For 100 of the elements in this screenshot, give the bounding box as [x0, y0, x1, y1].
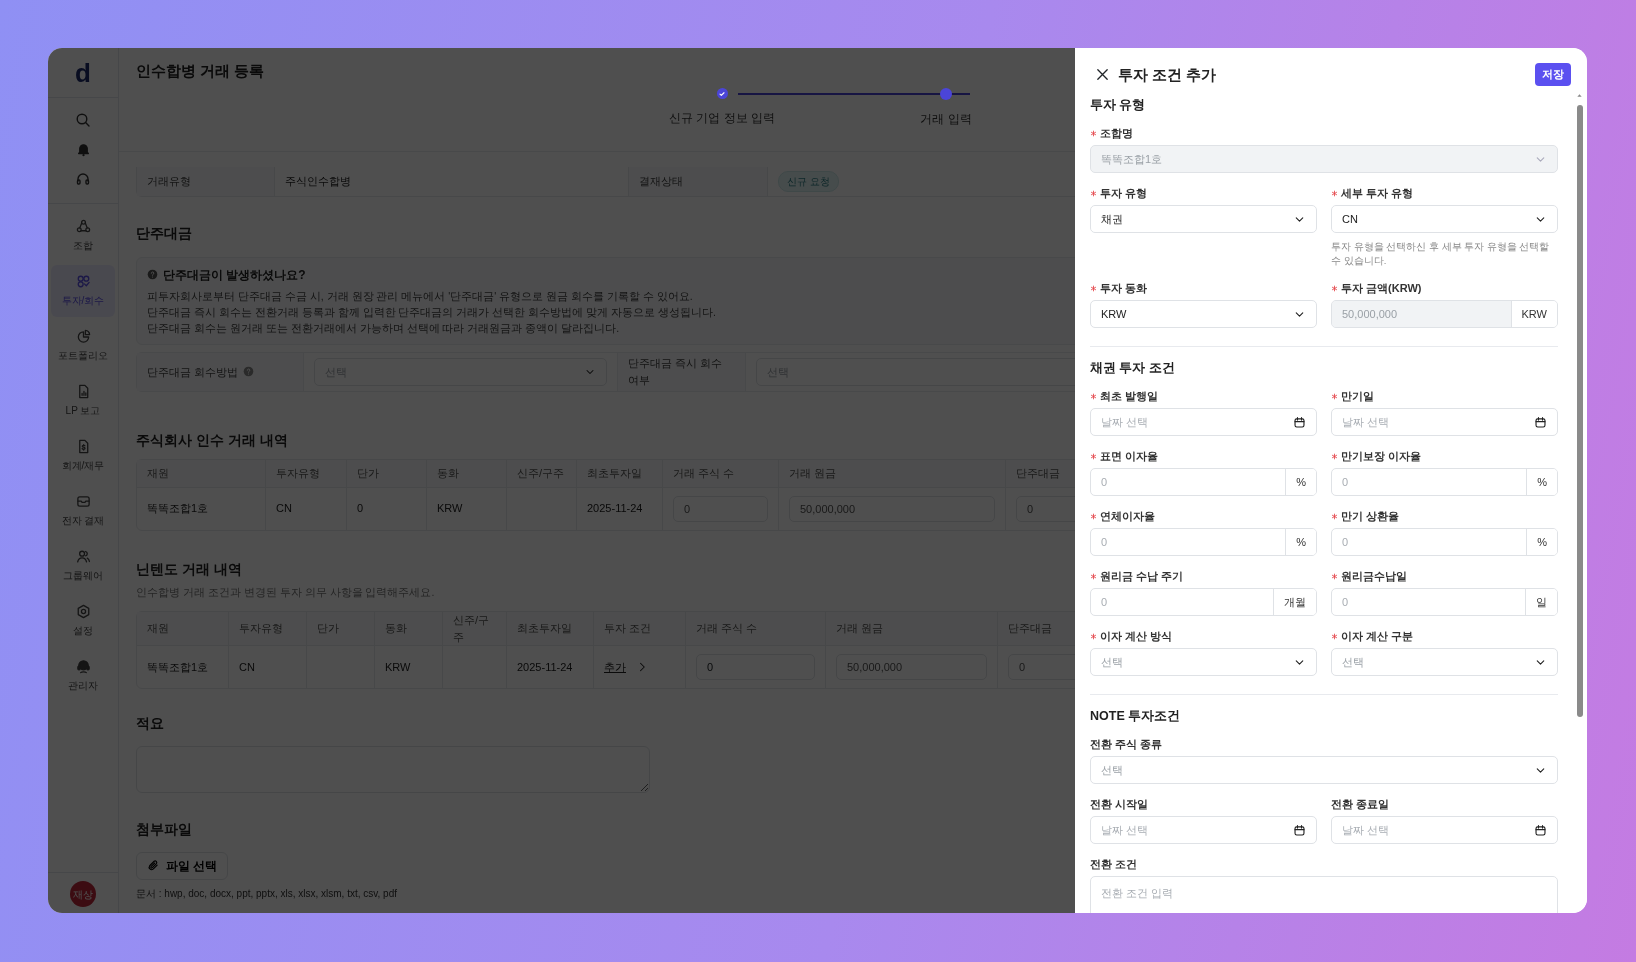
network-icon [75, 219, 91, 234]
date-input[interactable]: 날짜 선택 [1091, 821, 1293, 839]
save-button[interactable]: 저장 [1535, 63, 1571, 86]
field-label: 원리금 수납 주기 [1100, 569, 1184, 585]
search-icon [75, 112, 91, 128]
calendar-icon [1293, 823, 1306, 837]
table-cell: 똑똑조합1호 [137, 487, 266, 530]
logo[interactable]: d [75, 59, 91, 86]
unit-label: KRW [1510, 301, 1557, 327]
field-label: 만기보장 이자율 [1341, 449, 1422, 465]
close-button[interactable] [1095, 67, 1110, 82]
unit-label: % [1526, 529, 1557, 555]
people-icon [75, 549, 91, 564]
field-label: 만기일 [1341, 389, 1374, 405]
field-label: 전환 시작일 [1090, 797, 1149, 813]
help-icon [147, 269, 158, 281]
paperclip-icon [147, 859, 160, 873]
text-area-field[interactable]: 전환 조건 입력 [1090, 876, 1558, 913]
select-field[interactable]: CN [1331, 205, 1558, 233]
table-cell: CN [229, 646, 307, 689]
date-input[interactable]: 날짜 선택 [1332, 821, 1534, 839]
field-label: 단주대금 회수방법 [147, 364, 239, 380]
inbox-icon [75, 494, 91, 509]
field-label: 원리금수납일 [1341, 569, 1407, 585]
table-cell: 2025-11-24 [577, 487, 663, 530]
coins-icon [75, 274, 91, 289]
input-field[interactable]: 0 [1091, 529, 1286, 555]
field-label: 조합명 [1100, 126, 1133, 142]
table-cell: KRW [375, 646, 443, 689]
table-cell: 2025-11-24 [507, 646, 594, 689]
add-link[interactable]: 추가 [604, 658, 626, 676]
field-label: 투자 동화 [1100, 281, 1148, 297]
unit-label: % [1285, 469, 1316, 495]
input-group-field[interactable]: 0 % [1331, 468, 1558, 496]
input-group-field[interactable]: 0 개월 [1090, 588, 1317, 616]
page-title: 인수합병 거래 등록 [136, 62, 266, 80]
headset-icon [75, 171, 91, 187]
input-group-field[interactable]: 0 % [1331, 528, 1558, 556]
calendar-icon [1293, 415, 1306, 429]
select-field[interactable]: KRW [1090, 300, 1317, 328]
field-label: 표면 이자율 [1100, 449, 1159, 465]
table-cell: 0 [347, 487, 427, 530]
section-title: 주식회사 인수 거래 내역 [136, 431, 289, 449]
input-field[interactable]: 0 [1091, 589, 1273, 615]
select-field[interactable]: 선택 [1090, 648, 1317, 676]
field-label: 만기 상환율 [1341, 509, 1400, 525]
agent-icon [75, 659, 91, 674]
field-label: 투자 유형 [1100, 186, 1148, 202]
table-cell: KRW [427, 487, 507, 530]
calendar-icon [1534, 823, 1547, 837]
calendar-icon [1534, 415, 1547, 429]
date-field[interactable]: 날짜 선택 [1090, 816, 1317, 844]
table-cell: 똑똑조합1호 [137, 646, 229, 689]
input-group-field[interactable]: 0 일 [1331, 588, 1558, 616]
unit-label: 일 [1525, 589, 1557, 615]
cell-input[interactable]: 0 [696, 654, 815, 681]
input-field[interactable]: 0 [1332, 469, 1527, 495]
help-text: 투자 유형을 선택하신 후 세부 투자 유형을 선택할 수 있습니다. [1331, 240, 1551, 268]
section-title: NOTE 투자조건 [1090, 709, 1182, 724]
input-field[interactable]: 0 [1091, 469, 1286, 495]
info-title: 단주대금이 발생하셨나요? [163, 266, 306, 284]
scrollbar-thumb[interactable] [1576, 105, 1583, 717]
scroll-up-icon [1576, 92, 1583, 99]
select-field[interactable]: 채권 [1090, 205, 1317, 233]
bell-icon [75, 142, 91, 157]
table-cell: CN [266, 487, 347, 530]
memo-field[interactable] [136, 745, 650, 793]
step-label: 신규 기업 정보 입력 [669, 110, 775, 127]
section-title: 단주대금 [136, 225, 193, 242]
close-icon [1095, 67, 1110, 82]
field-label: 이자 계산 방식 [1100, 629, 1173, 645]
field-label: 세부 투자 유형 [1341, 186, 1414, 202]
section-title: 투자 유형 [1090, 98, 1147, 113]
input-field[interactable]: 0 [1332, 589, 1525, 615]
pie-chart-icon [75, 329, 91, 344]
date-field[interactable]: 날짜 선택 [1331, 816, 1558, 844]
select-field[interactable]: 선택 [1331, 648, 1558, 676]
section-title: 첨부파일 [136, 820, 193, 838]
field-label: 전환 종료일 [1331, 797, 1390, 813]
input-group-field[interactable]: 0 % [1090, 528, 1317, 556]
date-input[interactable]: 날짜 선택 [1332, 413, 1534, 431]
settings-icon [75, 604, 91, 619]
drawer-title: 투자 조건 추가 [1118, 65, 1217, 84]
field-label: 전환 조건 [1090, 857, 1138, 873]
section-title: 닌텐도 거래 내역 [136, 560, 243, 578]
field-label: 연체이자율 [1100, 509, 1155, 525]
input-field[interactable]: 0 [1332, 529, 1527, 555]
date-field[interactable]: 날짜 선택 [1331, 408, 1558, 436]
field-label: 투자 금액(KRW) [1341, 281, 1422, 297]
field-label: 전환 주식 종류 [1090, 737, 1163, 753]
step-label: 거래 입력 [920, 111, 972, 128]
select-field[interactable]: 선택 [1090, 756, 1558, 784]
date-input[interactable]: 날짜 선택 [1091, 413, 1293, 431]
unit-label: 개월 [1273, 589, 1316, 615]
input-group-field[interactable]: 0 % [1090, 468, 1317, 496]
date-field[interactable]: 날짜 선택 [1090, 408, 1317, 436]
unit-label: % [1285, 529, 1316, 555]
file-select-button[interactable]: 파일 선택 [136, 851, 229, 880]
field-label: 이자 계산 구분 [1341, 629, 1414, 645]
section-title: 적요 [136, 715, 165, 732]
